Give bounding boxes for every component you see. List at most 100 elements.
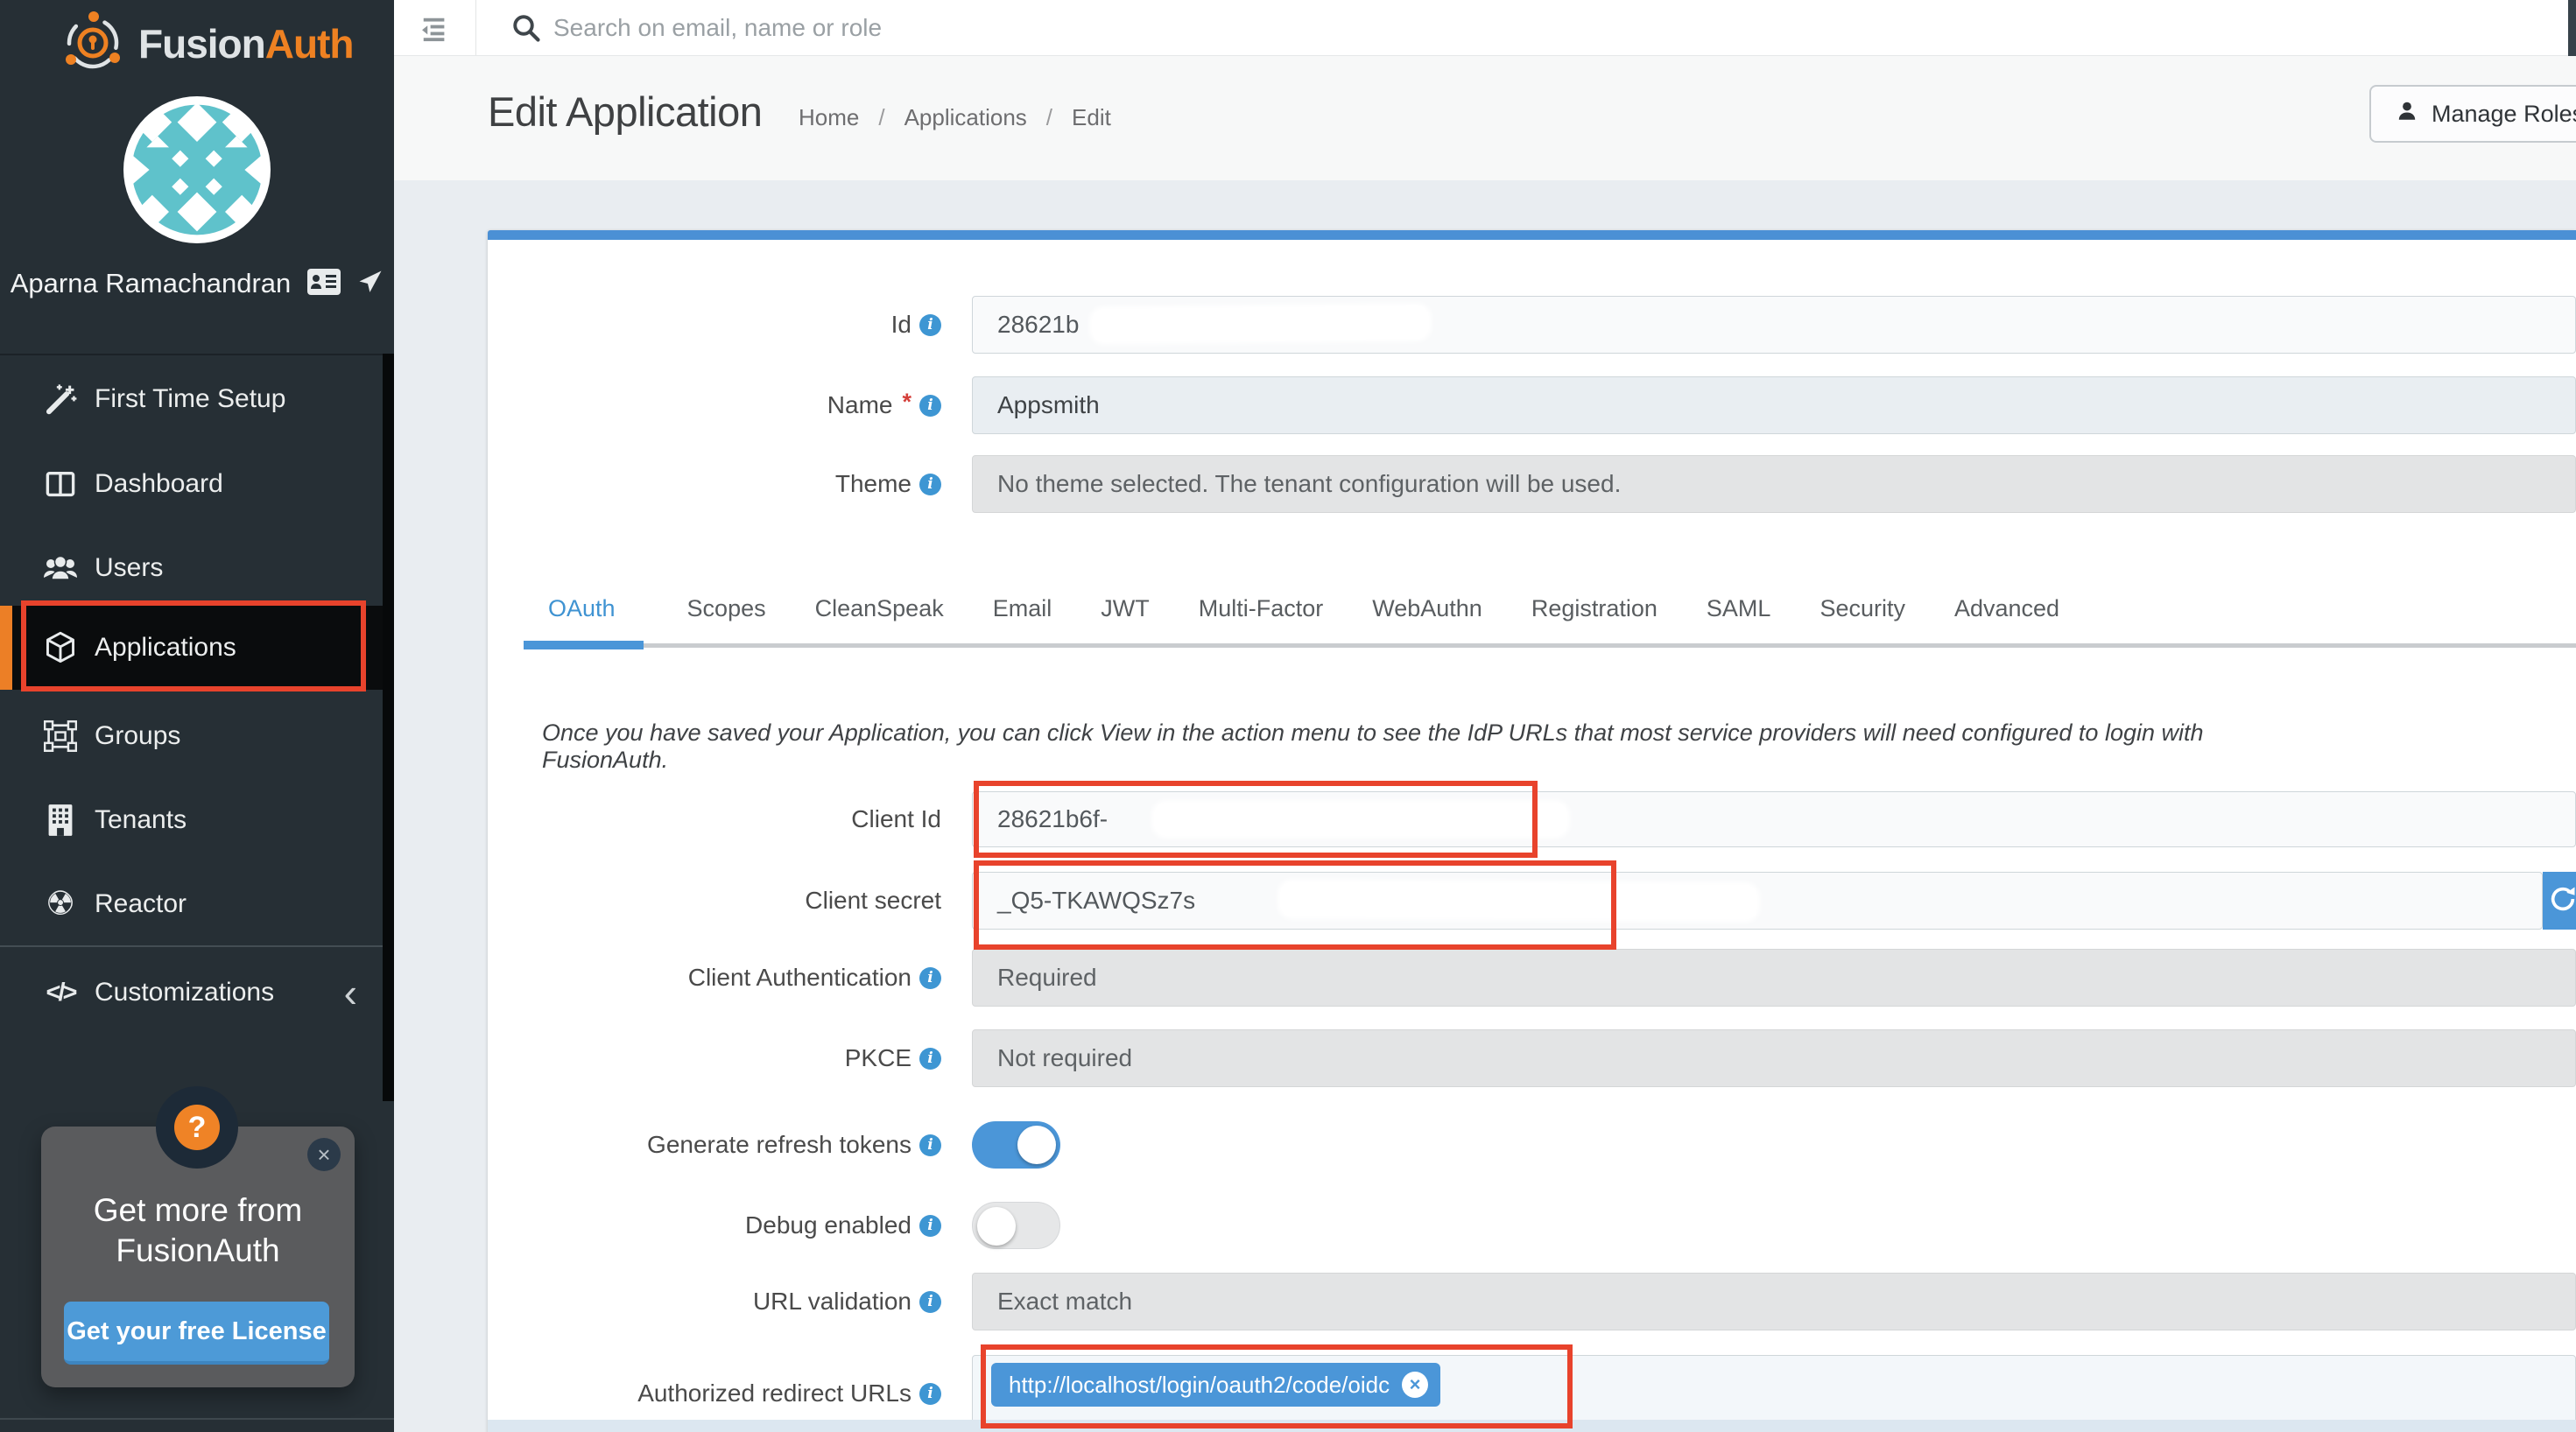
regenerate-secret-button[interactable] (2543, 872, 2576, 930)
page-title: Edit Application (488, 88, 762, 136)
breadcrumb-applications[interactable]: Applications (904, 104, 1027, 131)
magic-wand-icon (40, 383, 81, 416)
columns-icon (40, 468, 81, 500)
collapse-sidebar-button[interactable] (413, 11, 454, 46)
tab-jwt[interactable]: JWT (1101, 595, 1149, 622)
breadcrumb-separator: / (1046, 104, 1052, 131)
sidebar-item-reactor[interactable]: ☢ Reactor (0, 862, 394, 946)
sidebar-divider (0, 1418, 394, 1420)
info-icon[interactable]: i (919, 1383, 941, 1405)
tab-underline-track (524, 643, 2576, 648)
annotation-box-applications (21, 600, 366, 691)
address-card-icon[interactable] (306, 268, 341, 300)
fusionauth-logo[interactable]: FusionAuth (61, 11, 359, 77)
refresh-icon (2548, 884, 2576, 918)
id-label: Idi (488, 296, 941, 354)
search-icon (510, 12, 542, 44)
tab-email[interactable]: Email (993, 595, 1052, 622)
client-authentication-field: Required (972, 949, 2576, 1007)
info-icon[interactable]: i (919, 474, 941, 495)
avatar (123, 96, 271, 243)
question-mark-icon: ? (174, 1105, 220, 1150)
tab-oauth[interactable]: OAuth (524, 595, 638, 622)
user-row: Aparna Ramachandran (0, 263, 394, 305)
generate-refresh-tokens-toggle[interactable] (972, 1121, 1060, 1169)
debug-enabled-label: Debug enabledi (488, 1202, 941, 1249)
info-icon[interactable]: i (919, 314, 941, 336)
fusionauth-logo-icon (61, 11, 124, 78)
promo-close-button[interactable]: × (307, 1138, 341, 1171)
breadcrumb-edit: Edit (1072, 104, 1111, 131)
sidebar-scrollbar[interactable] (383, 354, 394, 1101)
name-field[interactable]: Appsmith (972, 376, 2576, 434)
tab-multi-factor[interactable]: Multi-Factor (1199, 595, 1324, 622)
sidebar-divider (0, 945, 394, 947)
corner-sliver (2568, 0, 2576, 64)
manage-roles-button[interactable]: Manage Roles (2369, 85, 2576, 143)
tab-registration[interactable]: Registration (1531, 595, 1658, 622)
sidebar-item-dashboard[interactable]: Dashboard (0, 442, 394, 526)
info-icon[interactable]: i (919, 967, 941, 989)
url-validation-label: URL validationi (488, 1273, 941, 1330)
sidebar-item-tenants[interactable]: Tenants (0, 778, 394, 862)
chevron-left-icon: ‹ (344, 979, 357, 1006)
topbar-divider (475, 0, 476, 55)
sidebar-item-first-time-setup[interactable]: First Time Setup (0, 357, 394, 441)
user-name: Aparna Ramachandran (11, 268, 292, 299)
redaction-smear (1092, 305, 1429, 342)
breadcrumb-home[interactable]: Home (799, 104, 859, 131)
annotation-box-redirect-urls (981, 1344, 1573, 1428)
annotation-box-client-id (974, 781, 1538, 858)
client-secret-label: Client secret (488, 872, 941, 930)
radiation-icon: ☢ (40, 888, 81, 921)
code-icon: </> (40, 979, 81, 1007)
info-icon[interactable]: i (919, 1291, 941, 1313)
theme-field: No theme selected. The tenant configurat… (972, 455, 2576, 513)
breadcrumb-separator: / (878, 104, 884, 131)
fusionauth-admin-page: FusionAuth (0, 0, 2576, 1432)
info-icon[interactable]: i (919, 1215, 941, 1237)
get-free-license-button[interactable]: Get your free License (64, 1302, 329, 1365)
sidebar-item-groups[interactable]: Groups (0, 694, 394, 778)
location-arrow-icon[interactable] (357, 269, 384, 299)
info-icon[interactable]: i (919, 1134, 941, 1156)
tab-cleanspeak[interactable]: CleanSpeak (815, 595, 944, 622)
name-label: Name*i (488, 376, 941, 434)
info-icon[interactable]: i (919, 1048, 941, 1070)
help-badge: ? (156, 1086, 238, 1169)
pkce-field: Not required (972, 1029, 2576, 1087)
generate-refresh-tokens-label: Generate refresh tokensi (488, 1121, 941, 1169)
tab-advanced[interactable]: Advanced (1954, 595, 2059, 622)
info-icon[interactable]: i (919, 395, 941, 417)
sidebar: FusionAuth (0, 0, 394, 1432)
pkce-label: PKCEi (488, 1029, 941, 1087)
close-icon: × (317, 1141, 330, 1169)
tab-security[interactable]: Security (1819, 595, 1905, 622)
object-group-icon (40, 720, 81, 752)
breadcrumb: Home / Applications / Edit (799, 104, 1111, 131)
promo-text: Get more from FusionAuth (41, 1190, 355, 1271)
debug-enabled-toggle[interactable] (972, 1202, 1060, 1249)
url-validation-field: Exact match (972, 1273, 2576, 1330)
person-icon (2396, 100, 2418, 129)
oauth-notice: Once you have saved your Application, yo… (542, 720, 2258, 774)
brand-name: FusionAuth (138, 20, 354, 67)
sidebar-item-customizations[interactable]: </> Customizations ‹ (0, 951, 394, 1035)
client-id-label: Client Id (488, 791, 941, 847)
tab-bar: OAuth Scopes CleanSpeak Email JWT Multi-… (524, 595, 2059, 622)
search-input[interactable] (552, 5, 1956, 51)
client-authentication-label: Client Authenticationi (488, 949, 941, 1007)
building-icon (40, 804, 81, 837)
tab-webauthn[interactable]: WebAuthn (1372, 595, 1482, 622)
tab-active-indicator (524, 641, 644, 649)
toggle-knob (1017, 1126, 1056, 1164)
tab-saml[interactable]: SAML (1707, 595, 1771, 622)
tab-scopes[interactable]: Scopes (687, 595, 766, 622)
theme-label: Themei (488, 455, 941, 513)
sidebar-item-users[interactable]: Users (0, 526, 394, 610)
active-item-indicator (0, 606, 12, 690)
annotation-box-client-secret (974, 860, 1616, 950)
users-icon (40, 553, 81, 583)
toggle-knob (977, 1207, 1016, 1246)
sidebar-divider (0, 354, 394, 355)
